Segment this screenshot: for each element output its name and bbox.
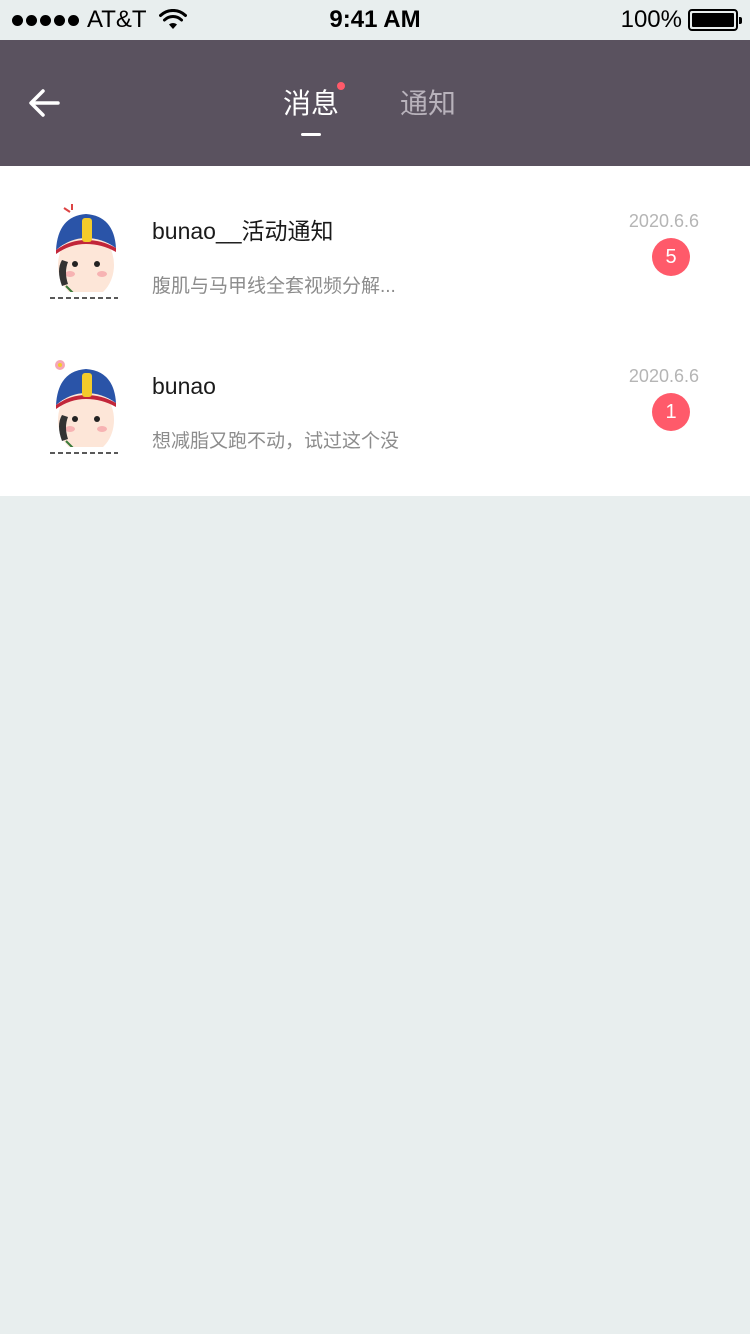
unread-count-badge: 5 (652, 238, 690, 276)
tab-notifications[interactable]: 通知 (400, 84, 456, 124)
sender-name: bunao__活动通知 (152, 218, 334, 244)
message-item[interactable]: bunao 想减脂又跑不动，试过这个没 2020.6.6 1 (0, 321, 750, 476)
battery-icon (688, 9, 742, 31)
back-button[interactable] (22, 80, 68, 126)
unread-count-badge: 1 (652, 393, 690, 431)
message-preview: 腹肌与马甲线全套视频分解... (152, 276, 396, 297)
message-date: 2020.6.6 (628, 211, 699, 231)
cartoon-avatar-icon (48, 360, 120, 459)
status-bar: AT&T 9:41 AM 100% (0, 0, 750, 40)
tab-messages-label: 消息 (283, 88, 340, 119)
nav-bar: 消息 通知 (0, 40, 750, 166)
unread-dot (337, 82, 346, 90)
message-date: 2020.6.6 (628, 366, 699, 386)
status-right: 100% (620, 5, 742, 35)
active-tab-indicator (301, 133, 321, 136)
tab-messages[interactable]: 消息 (283, 82, 346, 136)
tab-notifications-label: 通知 (400, 88, 457, 119)
arrow-left-icon (29, 89, 60, 117)
message-list: bunao__活动通知 腹肌与马甲线全套视频分解... 2020.6.6 5 b… (0, 166, 750, 496)
battery-percentage: 100% (620, 6, 682, 33)
message-preview: 想减脂又跑不动，试过这个没 (152, 431, 400, 452)
sender-name: bunao (152, 373, 216, 399)
cartoon-avatar-icon (48, 204, 120, 304)
message-item[interactable]: bunao__活动通知 腹肌与马甲线全套视频分解... 2020.6.6 5 (0, 166, 750, 321)
